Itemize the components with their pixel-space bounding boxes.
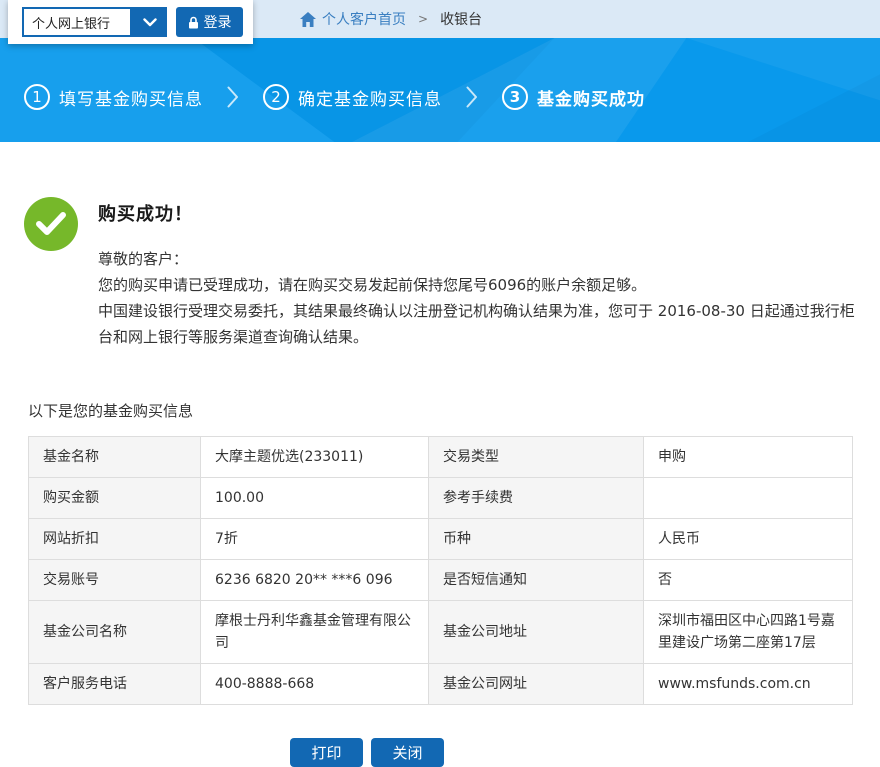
breadcrumb-current: 收银台 [440,9,482,29]
field-label-currency: 币种 [429,519,644,560]
action-buttons: 打印 关闭 [0,738,880,767]
field-value-company-name: 摩根士丹利华鑫基金管理有限公司 [201,601,429,664]
field-value-purchase-amount: 100.00 [201,478,429,519]
success-check-icon [24,197,78,251]
field-label-trade-type: 交易类型 [429,437,644,478]
step-2-confirm-info: 2 确定基金购买信息 [263,84,442,110]
field-label-site-discount: 网站折扣 [29,519,201,560]
step-3-number: 3 [502,84,528,110]
site-switch-panel: 个人网上银行 登录 [8,0,253,44]
table-row: 客户服务电话 400-8888-668 基金公司网址 www.msfunds.c… [29,664,853,705]
field-label-sms-notify: 是否短信通知 [429,560,644,601]
print-button[interactable]: 打印 [290,738,363,767]
details-section-title: 以下是您的基金购买信息 [28,400,880,421]
field-value-trade-type: 申购 [644,437,853,478]
field-value-fund-name: 大摩主题优选(233011) [201,437,429,478]
progress-banner: 1 填写基金购买信息 2 确定基金购买信息 3 基金购买成功 [0,38,880,142]
result-line-1: 您的购买申请已受理成功，请在购买交易发起前保持您尾号6096的账户余额足够。 [98,272,868,298]
table-row: 购买金额 100.00 参考手续费 [29,478,853,519]
table-row: 基金公司名称 摩根士丹利华鑫基金管理有限公司 基金公司地址 深圳市福田区中心四路… [29,601,853,664]
table-row: 网站折扣 7折 币种 人民币 [29,519,853,560]
breadcrumb-home-link[interactable]: 个人客户首页 [322,9,406,29]
step-separator-icon [466,86,478,108]
field-label-reference-fee: 参考手续费 [429,478,644,519]
field-label-company-address: 基金公司地址 [429,601,644,664]
step-2-label: 确定基金购买信息 [298,85,442,110]
lock-icon [188,16,199,29]
step-3-label: 基金购买成功 [537,85,645,110]
progress-steps: 1 填写基金购买信息 2 确定基金购买信息 3 基金购买成功 [24,38,854,142]
step-1-label: 填写基金购买信息 [59,85,203,110]
step-separator-icon [227,86,239,108]
field-value-company-website: www.msfunds.com.cn [644,664,853,705]
home-icon[interactable] [300,12,316,27]
step-2-number: 2 [263,84,289,110]
field-label-company-name: 基金公司名称 [29,601,201,664]
chevron-down-icon[interactable] [132,7,167,37]
field-value-company-address: 深圳市福田区中心四路1号嘉里建设广场第二座第17层 [644,601,853,664]
site-select-value[interactable]: 个人网上银行 [22,7,132,37]
result-message: 购买成功！ 尊敬的客户： 您的购买申请已受理成功，请在购买交易发起前保持您尾号6… [98,197,868,350]
field-label-account: 交易账号 [29,560,201,601]
login-label: 登录 [204,12,232,32]
field-value-sms-notify: 否 [644,560,853,601]
step-1-fill-info: 1 填写基金购买信息 [24,84,203,110]
field-value-account: 6236 6820 20** ***6 096 [201,560,429,601]
field-value-service-phone: 400-8888-668 [201,664,429,705]
close-button[interactable]: 关闭 [371,738,444,767]
site-select[interactable]: 个人网上银行 [22,7,167,37]
table-row: 交易账号 6236 6820 20** ***6 096 是否短信通知 否 [29,560,853,601]
field-label-purchase-amount: 购买金额 [29,478,201,519]
fund-info-table: 基金名称 大摩主题优选(233011) 交易类型 申购 购买金额 100.00 … [28,436,853,705]
field-label-service-phone: 客户服务电话 [29,664,201,705]
result-greeting: 尊敬的客户： [98,246,868,272]
result-title: 购买成功！ [98,200,868,226]
step-1-number: 1 [24,84,50,110]
field-value-site-discount: 7折 [201,519,429,560]
field-label-company-website: 基金公司网址 [429,664,644,705]
field-value-currency: 人民币 [644,519,853,560]
field-label-fund-name: 基金名称 [29,437,201,478]
breadcrumb: 个人客户首页 > 收银台 [300,0,482,38]
result-line-2: 中国建设银行受理交易委托，其结果最终确认以注册登记机构确认结果为准，您可于 20… [98,298,868,350]
field-value-reference-fee [644,478,853,519]
table-row: 基金名称 大摩主题优选(233011) 交易类型 申购 [29,437,853,478]
result-section: 购买成功！ 尊敬的客户： 您的购买申请已受理成功，请在购买交易发起前保持您尾号6… [0,142,880,350]
step-3-success: 3 基金购买成功 [502,84,645,110]
login-button[interactable]: 登录 [176,7,243,37]
breadcrumb-separator: > [418,12,428,26]
